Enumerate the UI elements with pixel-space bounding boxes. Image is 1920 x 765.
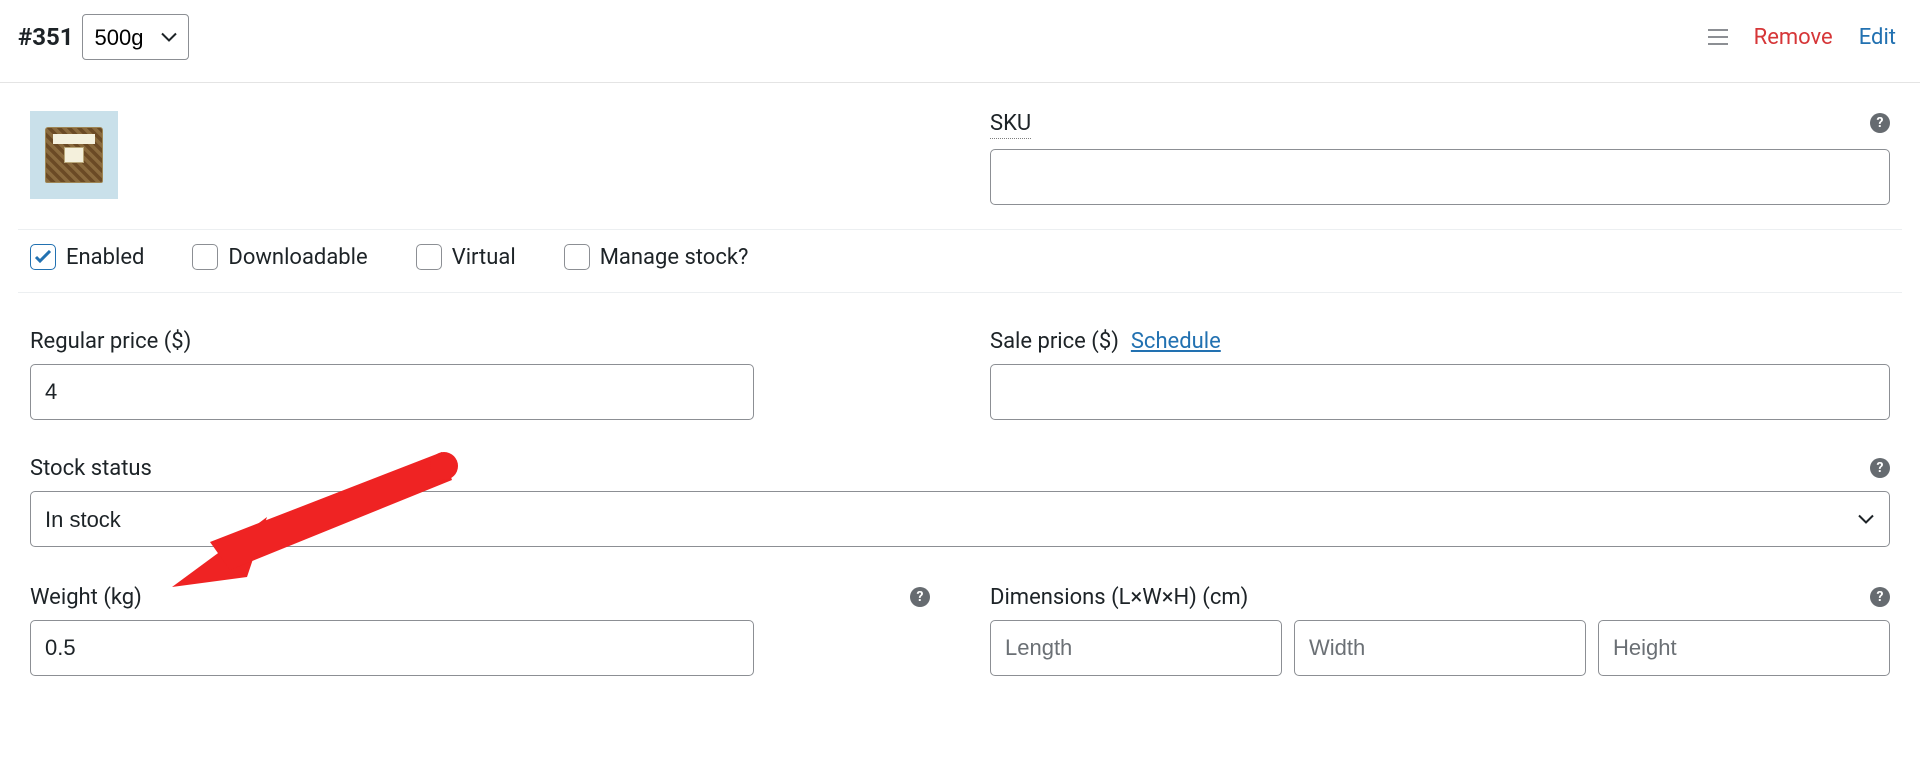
downloadable-checkbox[interactable]: Downloadable xyxy=(192,244,367,270)
sale-price-input[interactable] xyxy=(990,364,1890,420)
enabled-label: Enabled xyxy=(66,245,144,270)
regular-price-label: Regular price ($) xyxy=(30,329,930,354)
length-input[interactable] xyxy=(990,620,1282,676)
manage-stock-checkbox[interactable]: Manage stock? xyxy=(564,244,749,270)
help-icon[interactable]: ? xyxy=(1870,113,1890,133)
regular-price-input[interactable] xyxy=(30,364,754,420)
price-row: Regular price ($) Sale price ($) Schedul… xyxy=(18,293,1902,432)
weight-label: Weight (kg) xyxy=(30,585,930,610)
height-input[interactable] xyxy=(1598,620,1890,676)
help-icon[interactable]: ? xyxy=(910,587,930,607)
product-thumbnail-graphic xyxy=(45,127,103,183)
downloadable-label: Downloadable xyxy=(228,245,367,270)
help-icon[interactable]: ? xyxy=(1870,587,1890,607)
virtual-label: Virtual xyxy=(452,245,516,270)
remove-link[interactable]: Remove xyxy=(1754,25,1833,50)
annotation-arrow-icon xyxy=(172,452,462,612)
enabled-checkbox[interactable]: Enabled xyxy=(30,244,144,270)
variation-flags: Enabled Downloadable Virtual Manage stoc… xyxy=(18,230,1902,293)
weight-input[interactable] xyxy=(30,620,754,676)
variation-id: #351 xyxy=(18,23,74,51)
attribute-select[interactable]: 500g xyxy=(82,14,189,60)
help-icon[interactable]: ? xyxy=(1870,458,1890,478)
width-input[interactable] xyxy=(1294,620,1586,676)
sku-input[interactable] xyxy=(990,149,1890,205)
drag-handle-icon[interactable] xyxy=(1708,29,1728,45)
manage-stock-label: Manage stock? xyxy=(600,245,749,270)
edit-link[interactable]: Edit xyxy=(1859,25,1896,50)
sale-price-label-wrap: Sale price ($) Schedule xyxy=(990,329,1890,354)
variation-image[interactable] xyxy=(30,111,118,199)
sku-label: SKU xyxy=(990,111,1890,139)
variation-header: #351 500g Remove Edit xyxy=(0,0,1920,83)
image-sku-row: SKU ? xyxy=(18,83,1902,230)
sale-price-label: Sale price ($) xyxy=(990,329,1119,354)
dimensions-label: Dimensions (L×W×H) (cm) xyxy=(990,585,1890,610)
schedule-link[interactable]: Schedule xyxy=(1131,329,1221,354)
virtual-checkbox[interactable]: Virtual xyxy=(416,244,516,270)
